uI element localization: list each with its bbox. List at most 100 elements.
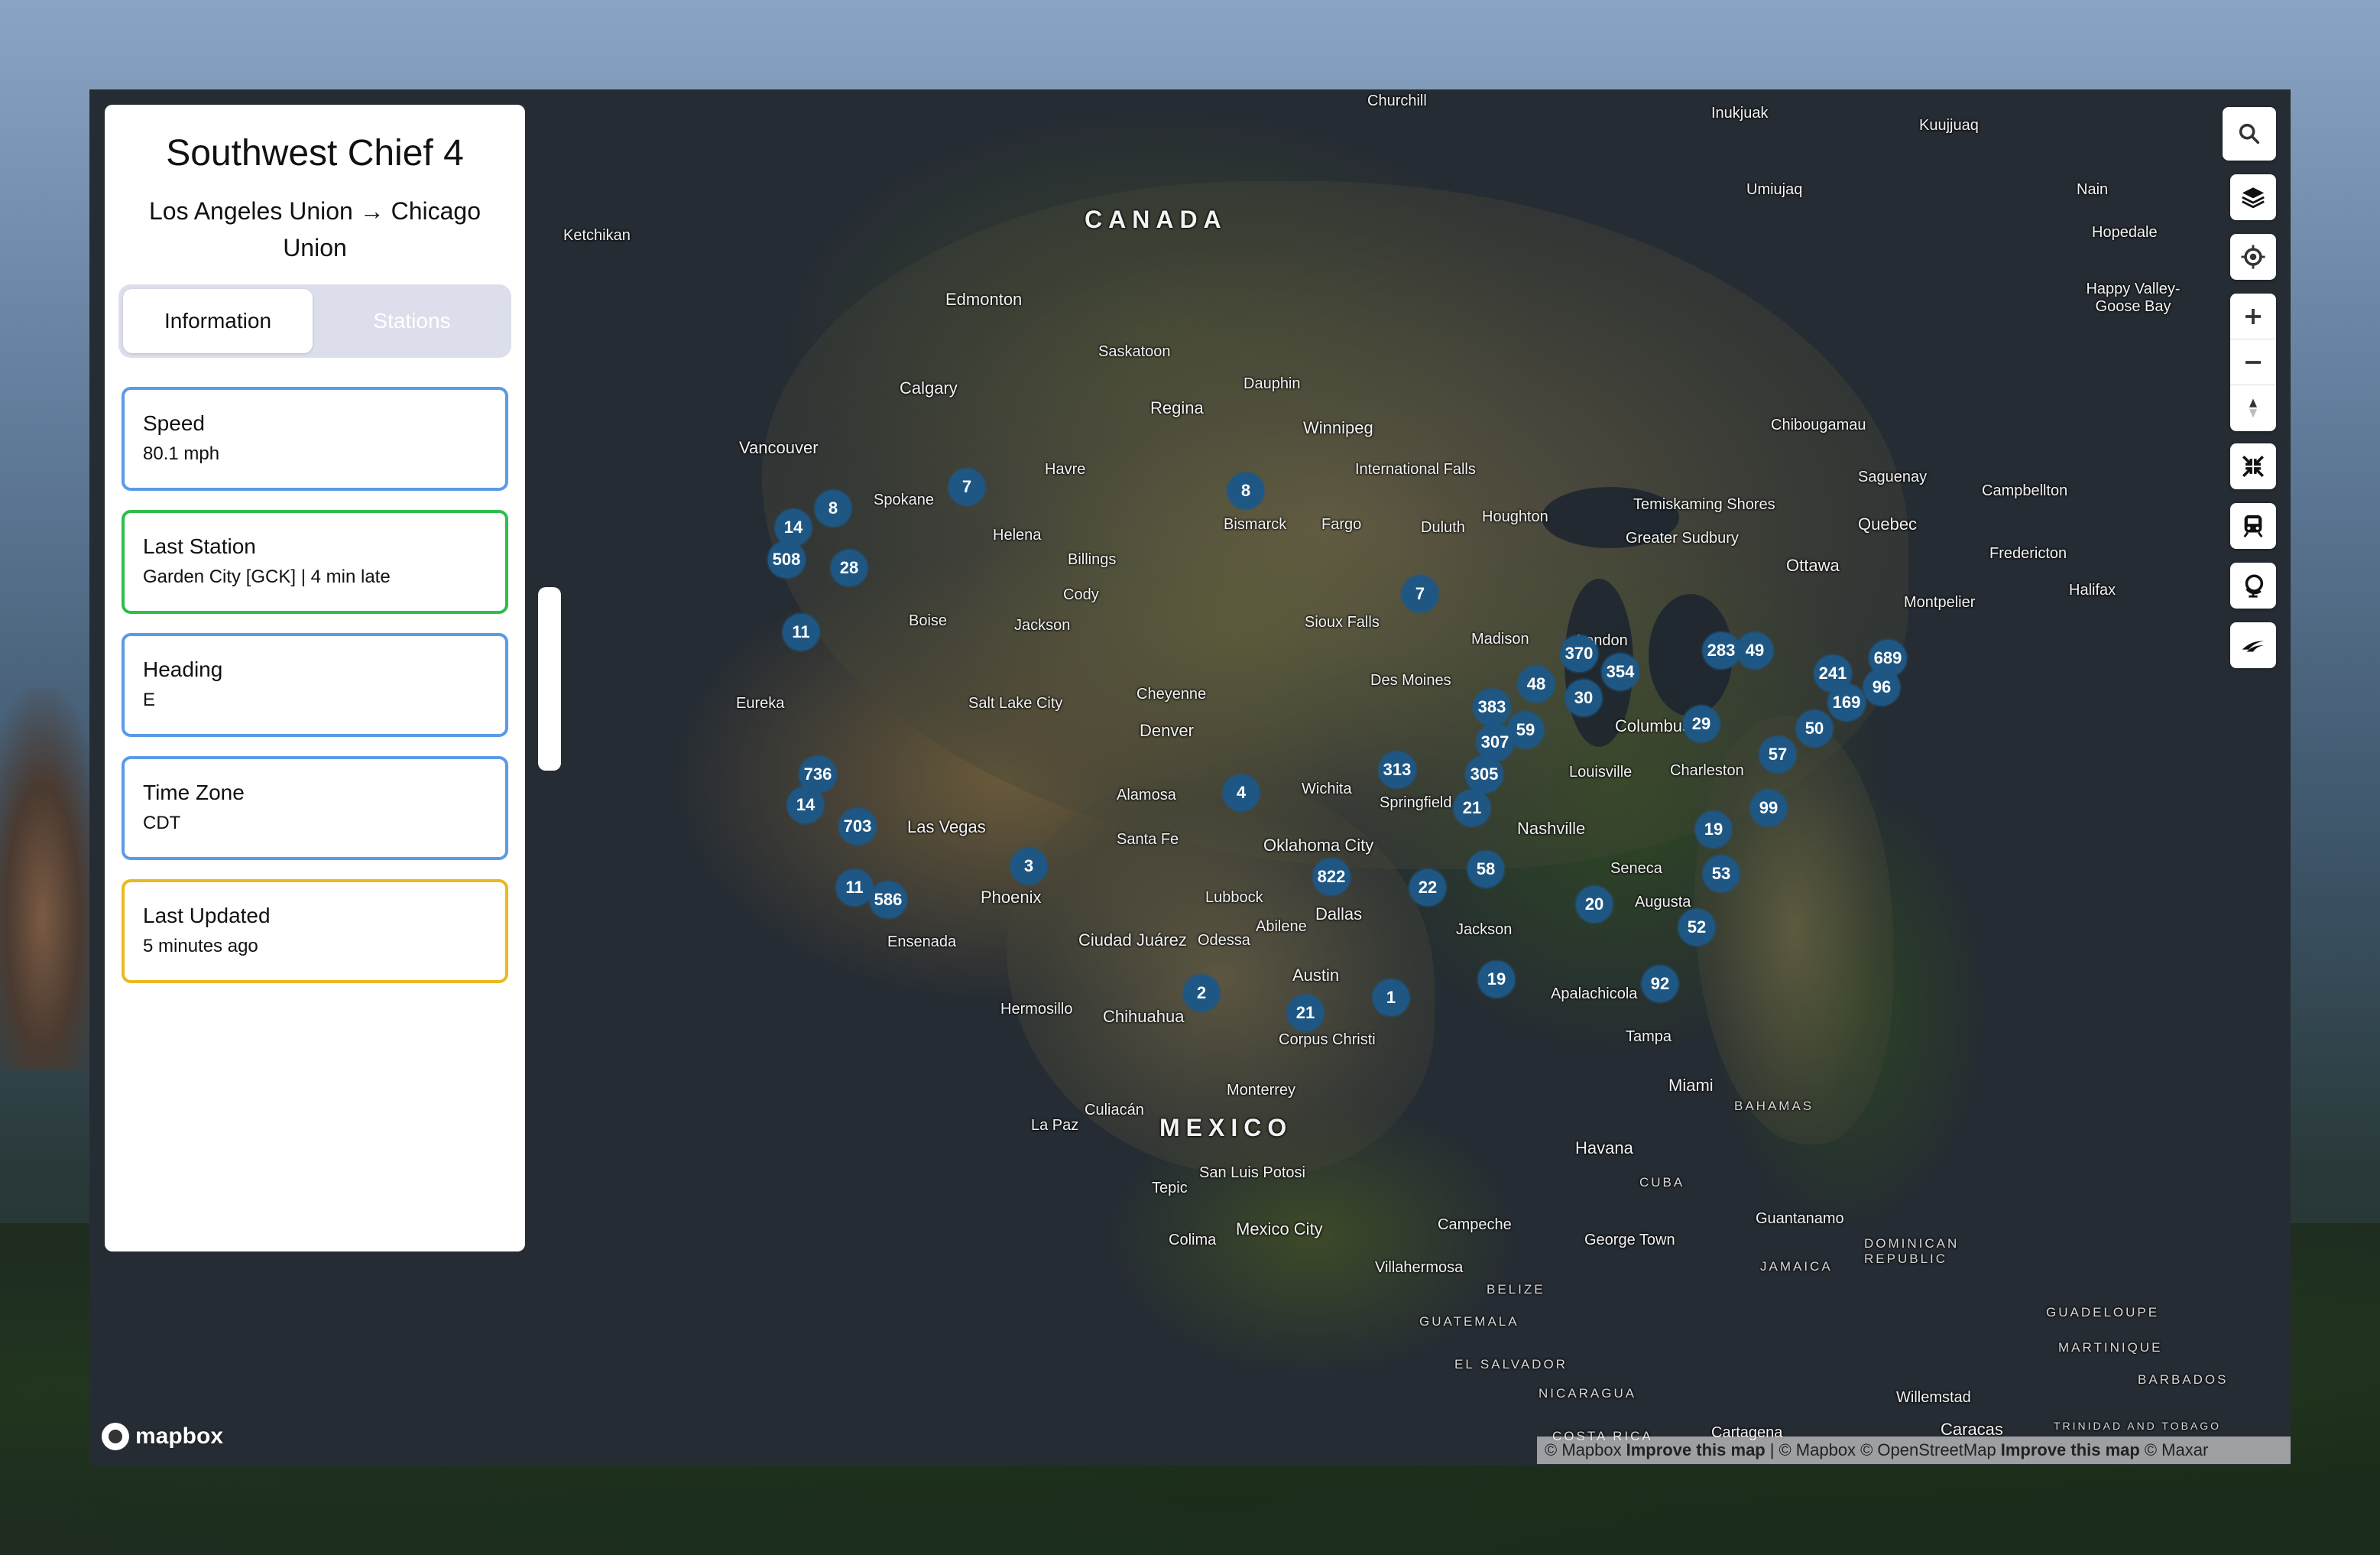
zoom-out-button[interactable] bbox=[2230, 339, 2276, 385]
amtrak-button[interactable] bbox=[2230, 622, 2276, 668]
station-cluster[interactable]: 99 bbox=[1750, 790, 1787, 826]
compass-button[interactable] bbox=[2230, 385, 2276, 431]
attribution-maxar-link[interactable]: © Maxar bbox=[2145, 1440, 2208, 1460]
station-cluster[interactable]: 354 bbox=[1601, 654, 1639, 690]
station-cluster[interactable]: 313 bbox=[1378, 752, 1416, 788]
station-cluster[interactable]: 57 bbox=[1759, 736, 1796, 773]
attribution-improve-link[interactable]: Improve this map bbox=[1626, 1440, 1766, 1460]
label-nicaragua: NICARAGUA bbox=[1539, 1386, 1637, 1401]
station-cluster[interactable]: 19 bbox=[1695, 811, 1732, 848]
station-cluster[interactable]: 29 bbox=[1683, 706, 1720, 742]
station-cluster[interactable]: 53 bbox=[1703, 855, 1740, 892]
station-cluster[interactable]: 703 bbox=[838, 808, 877, 845]
label-willemstad: Willemstad bbox=[1896, 1389, 1971, 1406]
label-austin: Austin bbox=[1292, 966, 1340, 985]
station-cluster[interactable]: 48 bbox=[1518, 666, 1555, 703]
label-trinidad: TRINIDAD AND TOBAGO bbox=[2054, 1420, 2222, 1432]
tab-information[interactable]: Information bbox=[123, 289, 313, 353]
station-cluster[interactable]: 586 bbox=[869, 881, 907, 918]
station-cluster[interactable]: 30 bbox=[1565, 680, 1602, 716]
label-campbellton: Campbellton bbox=[1982, 482, 2068, 499]
card-label: Time Zone bbox=[143, 781, 245, 804]
station-cluster[interactable]: 2 bbox=[1183, 975, 1220, 1011]
station-cluster[interactable]: 283 bbox=[1702, 632, 1740, 669]
station-cluster[interactable]: 370 bbox=[1560, 635, 1598, 672]
mapbox-logo-icon bbox=[102, 1423, 129, 1450]
label-quebec: Quebec bbox=[1858, 515, 1918, 534]
attribution-mapbox-link-2[interactable]: © Mapbox bbox=[1779, 1440, 1856, 1460]
station-cluster[interactable]: 4 bbox=[1223, 774, 1260, 811]
label-mexico-city: Mexico City bbox=[1236, 1219, 1323, 1238]
label-des-moines: Des Moines bbox=[1370, 672, 1451, 689]
layers-button[interactable] bbox=[2230, 174, 2276, 220]
station-cluster[interactable]: 7 bbox=[948, 469, 985, 505]
label-regina: Regina bbox=[1150, 398, 1204, 417]
compass-icon bbox=[2249, 398, 2257, 418]
station-cluster[interactable]: 822 bbox=[1312, 859, 1351, 895]
label-fredericton: Fredericton bbox=[1989, 545, 2067, 562]
label-churchill: Churchill bbox=[1367, 93, 1427, 109]
station-cluster[interactable]: 28 bbox=[831, 550, 867, 586]
label-havana: Havana bbox=[1575, 1138, 1633, 1157]
label-cuba: CUBA bbox=[1639, 1175, 1685, 1190]
station-cluster[interactable]: 52 bbox=[1678, 909, 1715, 946]
station-cluster[interactable]: 11 bbox=[783, 614, 819, 651]
station-cluster[interactable]: 7 bbox=[1402, 576, 1438, 612]
label-campeche: Campeche bbox=[1438, 1216, 1512, 1233]
station-cluster[interactable]: 508 bbox=[767, 541, 806, 578]
label-havre: Havre bbox=[1045, 461, 1086, 478]
tab-stations[interactable]: Stations bbox=[317, 289, 507, 353]
globe-button[interactable] bbox=[2230, 563, 2276, 609]
station-cluster[interactable]: 8 bbox=[815, 490, 851, 527]
station-cluster[interactable]: 14 bbox=[775, 509, 812, 546]
label-santa-fe: Santa Fe bbox=[1117, 831, 1179, 848]
train-button[interactable] bbox=[2230, 503, 2276, 549]
label-boise: Boise bbox=[909, 612, 948, 629]
station-cluster[interactable]: 3 bbox=[1010, 848, 1047, 885]
mapbox-logo[interactable]: mapbox bbox=[102, 1423, 223, 1450]
label-canada: CANADA bbox=[1085, 206, 1227, 233]
attribution-mapbox-link[interactable]: © Mapbox bbox=[1545, 1440, 1622, 1460]
station-cluster[interactable]: 21 bbox=[1287, 995, 1324, 1031]
station-cluster[interactable]: 49 bbox=[1736, 632, 1773, 669]
speed-card: Speed 80.1 mph bbox=[122, 387, 508, 491]
label-sioux-falls: Sioux Falls bbox=[1305, 614, 1380, 631]
card-label: Last Station bbox=[143, 534, 256, 558]
station-cluster[interactable]: 1 bbox=[1373, 979, 1409, 1016]
label-cheyenne: Cheyenne bbox=[1136, 686, 1207, 703]
label-bahamas: BAHAMAS bbox=[1734, 1099, 1814, 1113]
station-cluster[interactable]: 383 bbox=[1473, 689, 1511, 726]
search-button[interactable] bbox=[2223, 107, 2276, 161]
label-alamosa: Alamosa bbox=[1117, 787, 1176, 803]
station-cluster[interactable]: 8 bbox=[1227, 472, 1264, 509]
station-cluster[interactable]: 307 bbox=[1476, 724, 1514, 761]
station-cluster[interactable]: 92 bbox=[1642, 966, 1678, 1002]
label-miami: Miami bbox=[1668, 1076, 1714, 1095]
label-phoenix: Phoenix bbox=[981, 888, 1042, 907]
station-cluster[interactable]: 305 bbox=[1465, 756, 1503, 793]
station-cluster[interactable]: 20 bbox=[1576, 886, 1613, 923]
station-cluster[interactable]: 50 bbox=[1796, 710, 1833, 747]
attribution-separator: | bbox=[1769, 1440, 1775, 1459]
label-duluth: Duluth bbox=[1421, 519, 1465, 536]
station-cluster[interactable]: 22 bbox=[1409, 869, 1446, 906]
label-temiskaming: Temiskaming Shores bbox=[1633, 496, 1775, 513]
label-nain: Nain bbox=[2077, 181, 2109, 198]
attribution-osm-link[interactable]: © OpenStreetMap bbox=[1860, 1440, 1996, 1460]
station-cluster[interactable]: 14 bbox=[787, 787, 824, 823]
panel-resize-handle[interactable] bbox=[538, 587, 561, 771]
station-cluster[interactable]: 21 bbox=[1454, 790, 1490, 826]
label-la-paz: La Paz bbox=[1031, 1117, 1079, 1134]
collapse-button[interactable] bbox=[2230, 443, 2276, 489]
station-cluster[interactable]: 58 bbox=[1467, 851, 1504, 888]
attribution-improve-link-2[interactable]: Improve this map bbox=[2001, 1440, 2140, 1460]
station-cluster[interactable]: 169 bbox=[1827, 684, 1866, 721]
zoom-in-button[interactable] bbox=[2230, 294, 2276, 339]
geolocate-button[interactable] bbox=[2230, 234, 2276, 280]
station-cluster[interactable]: 19 bbox=[1478, 961, 1515, 998]
train-info-panel: Southwest Chief 4 Los Angeles Union → Ch… bbox=[105, 105, 525, 1251]
label-saguenay: Saguenay bbox=[1858, 469, 1928, 485]
station-cluster[interactable]: 11 bbox=[836, 869, 873, 906]
station-cluster[interactable]: 96 bbox=[1863, 669, 1900, 706]
label-monterrey: Monterrey bbox=[1227, 1082, 1296, 1099]
